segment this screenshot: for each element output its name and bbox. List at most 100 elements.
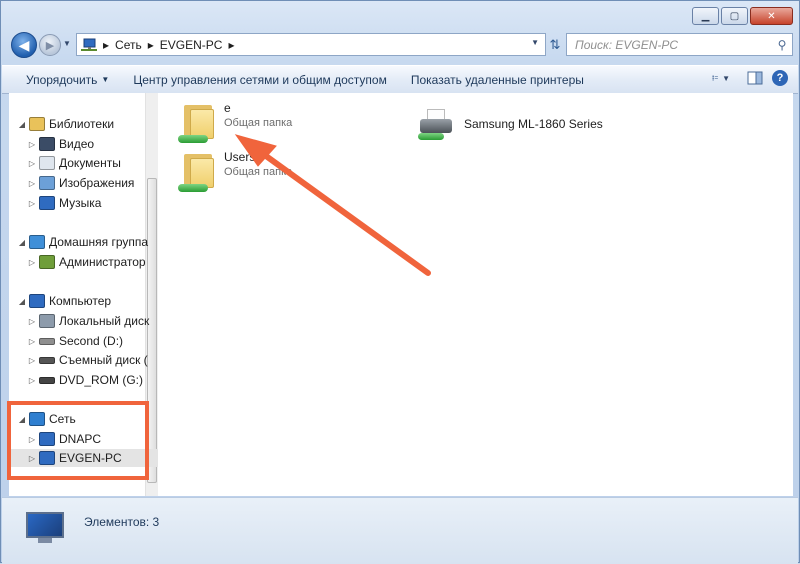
network-printer[interactable]: Samsung ML-1860 Series [416, 105, 603, 145]
nav-tree-item[interactable]: ▷ Видео [9, 135, 162, 153]
breadcrumb-evgen-pc[interactable]: EVGEN-PC [160, 38, 223, 52]
nav-tree-label: Документы [59, 156, 121, 170]
breadcrumb-separator[interactable]: ▸ [148, 38, 154, 52]
recent-pages-button[interactable]: ▼ [63, 39, 71, 48]
collapse-arrow-icon[interactable]: ◢ [17, 238, 27, 247]
navigation-row: ◀ ▶ ▼ ▸ Сеть ▸ EVGEN-PC ▸ ▼ ⇅ ⚲ [9, 31, 793, 61]
command-bar: Упорядочить ▼ Центр управления сетями и … [2, 65, 798, 94]
caption-buttons: ▁ ▢ ✕ [692, 7, 793, 25]
expand-arrow-icon[interactable]: ▷ [27, 376, 37, 385]
music-icon [39, 196, 55, 210]
network-center-button[interactable]: Центр управления сетями и общим доступом [121, 73, 399, 87]
expand-arrow-icon[interactable]: ▷ [27, 356, 37, 365]
video-icon [39, 137, 55, 151]
status-bar: Элементов: 3 [2, 497, 798, 564]
nav-tree-label: Сеть [49, 412, 76, 426]
refresh-button[interactable]: ⇅ [544, 33, 566, 56]
nav-tree-item[interactable]: ▷ Музыка [9, 194, 162, 212]
network-icon [29, 412, 45, 426]
expand-arrow-icon[interactable]: ▷ [27, 179, 37, 188]
expand-arrow-icon[interactable]: ▷ [27, 435, 37, 444]
expand-arrow-icon[interactable]: ▷ [27, 258, 37, 267]
back-button[interactable]: ◀ [11, 32, 37, 58]
collapse-arrow-icon[interactable]: ◢ [17, 297, 27, 306]
help-icon[interactable]: ? [772, 70, 788, 86]
nav-tree-item[interactable]: ▷ Локальный диск [9, 312, 162, 330]
show-printers-button[interactable]: Показать удаленные принтеры [399, 73, 596, 87]
local-disk-icon [39, 314, 55, 328]
pictures-icon [39, 176, 55, 190]
nav-tree-item[interactable]: ▷ EVGEN-PC [9, 449, 162, 467]
address-bar[interactable]: ▸ Сеть ▸ EVGEN-PC ▸ ▼ [76, 33, 546, 56]
nav-tree-label: Second (D:) [59, 334, 124, 348]
network-computer-icon [39, 451, 55, 465]
navigation-pane: ◢ Библиотеки ▷ Видео ▷ Документы ▷ Изображения ▷… [9, 93, 162, 496]
content-pane: e Общая папка Users Общая папка Samsung … [158, 93, 793, 496]
address-dropdown-button[interactable]: ▼ [531, 38, 539, 47]
drive-icon [39, 337, 55, 345]
nav-tree-item[interactable]: ◢ Компьютер [9, 292, 152, 310]
breadcrumb-separator[interactable]: ▸ [103, 38, 109, 52]
nav-tree-label: Съемный диск ( [59, 353, 148, 367]
view-options-button[interactable]: ▼ [712, 70, 730, 86]
expand-arrow-icon[interactable]: ▷ [27, 159, 37, 168]
nav-tree-label: DNAPC [59, 432, 102, 446]
shared-folder-users[interactable]: Users Общая папка [176, 150, 292, 196]
nav-tree-label: Изображения [59, 176, 135, 190]
expand-arrow-icon[interactable]: ▷ [27, 199, 37, 208]
nav-tree-item[interactable]: ▷ Документы [9, 154, 162, 172]
nav-tree-label: Библиотеки [49, 117, 115, 131]
nav-tree-item[interactable]: ▷ Администратор [9, 253, 162, 271]
nav-tree-label: Видео [59, 137, 95, 151]
expand-arrow-icon[interactable]: ▷ [27, 140, 37, 149]
network-computer-icon [81, 38, 97, 52]
arrow-left-icon: ◀ [18, 36, 30, 53]
network-computer-icon [39, 432, 55, 446]
preview-pane-button[interactable] [746, 70, 764, 86]
shared-folder-e[interactable]: e Общая папка [176, 101, 292, 147]
nav-tree-item[interactable]: ▷ Съемный диск ( [9, 351, 162, 369]
forward-button[interactable]: ▶ [39, 34, 61, 56]
search-icon[interactable]: ⚲ [772, 38, 792, 52]
search-input[interactable] [567, 36, 772, 53]
nav-tree-item[interactable]: ◢ Библиотеки [9, 115, 152, 133]
minimize-button[interactable]: ▁ [692, 7, 719, 25]
expand-arrow-icon[interactable]: ▷ [27, 317, 37, 326]
homegroup-icon [29, 235, 45, 249]
item-name: Users [224, 150, 256, 164]
nav-tree-label: Домашняя группа [49, 235, 149, 249]
breadcrumb-network[interactable]: Сеть [115, 38, 142, 52]
preview-pane-icon [747, 71, 763, 85]
libraries-icon [29, 117, 45, 131]
nav-tree-item[interactable]: ▷ Second (D:) [9, 332, 162, 350]
item-name: e [224, 101, 231, 115]
search-box[interactable]: ⚲ [566, 33, 793, 56]
organize-button[interactable]: Упорядочить ▼ [2, 73, 121, 87]
item-name: Samsung ML-1860 Series [464, 117, 603, 131]
explorer-window: ▁ ▢ ✕ ◀ ▶ ▼ ▸ Сеть ▸ EVGEN-PC ▸ ▼ ⇅ ⚲ Уп… [0, 0, 800, 564]
computer-icon [29, 294, 45, 308]
nav-tree-item[interactable]: ◢ Сеть [9, 410, 152, 428]
nav-tree-label: EVGEN-PC [59, 451, 122, 465]
nav-tree-label: Музыка [59, 196, 102, 210]
nav-tree-item[interactable]: ▷ DVD_ROM (G:) [9, 371, 162, 389]
nav-tree-item[interactable]: ▷ DNAPC [9, 430, 162, 448]
nav-tree-item[interactable]: ◢ Домашняя группа [9, 233, 152, 251]
breadcrumb-separator[interactable]: ▸ [228, 38, 234, 52]
user-icon [39, 255, 55, 269]
collapse-arrow-icon[interactable]: ◢ [17, 120, 27, 129]
show-printers-label: Показать удаленные принтеры [410, 72, 584, 87]
nav-tree-item[interactable]: ▷ Изображения [9, 174, 162, 192]
organize-label: Упорядочить [26, 72, 98, 87]
expand-arrow-icon[interactable]: ▷ [27, 454, 37, 463]
nav-tree-label: Администратор [59, 255, 146, 269]
collapse-arrow-icon[interactable]: ◢ [17, 415, 27, 424]
expand-arrow-icon[interactable]: ▷ [27, 337, 37, 346]
item-type: Общая папка [224, 117, 293, 129]
maximize-button[interactable]: ▢ [721, 7, 748, 25]
removable-disk-icon [39, 356, 55, 364]
close-button[interactable]: ✕ [750, 7, 793, 25]
network-computer-icon [24, 510, 70, 546]
status-item-count: Элементов: 3 [84, 515, 160, 529]
shared-folder-icon [176, 150, 216, 196]
